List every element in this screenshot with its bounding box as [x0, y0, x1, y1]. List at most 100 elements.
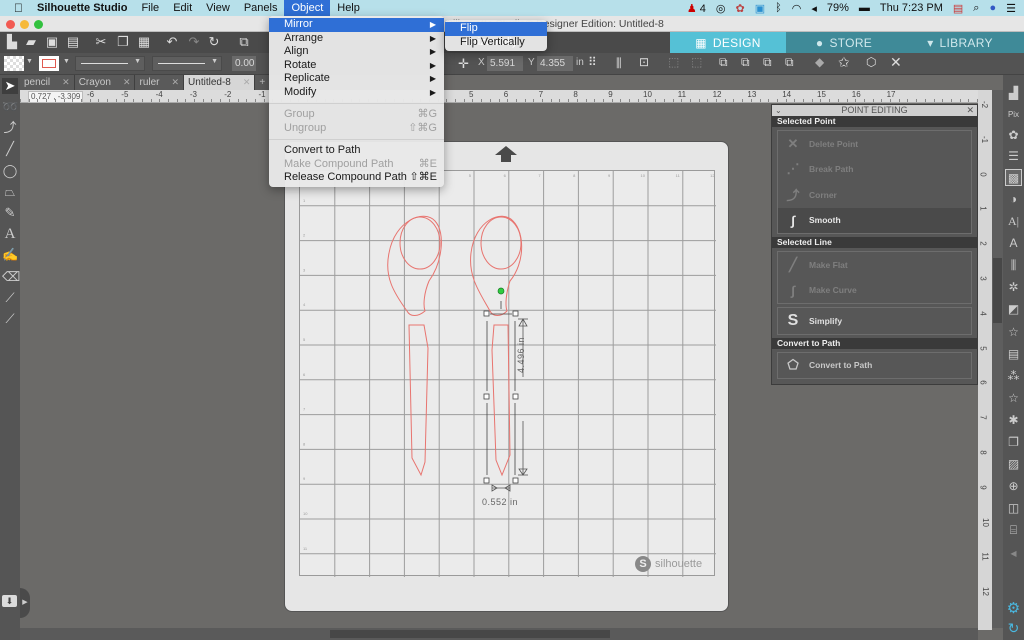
close-panel-icon[interactable]: ✕ [966, 105, 974, 116]
redo-icon[interactable]: ↷ [187, 35, 201, 49]
replicate-icon[interactable]: ⁂ [1005, 368, 1022, 385]
polygon-tool-icon[interactable]: ⏢ [2, 184, 18, 200]
fill-color-swatch[interactable] [4, 56, 24, 71]
line-color-dropdown-icon[interactable]: ▼ [63, 58, 70, 65]
close-window-button[interactable] [6, 20, 15, 29]
x-position-input[interactable]: 5.591 [487, 56, 523, 71]
menu-item-convert-to-path[interactable]: Convert to Path [269, 144, 444, 158]
corner-button[interactable]: ⤴ Corner [778, 182, 971, 208]
line-width-input[interactable]: 0.00 [232, 56, 256, 71]
trace-icon[interactable]: ▤ [1005, 346, 1022, 363]
selection-handle[interactable] [512, 477, 519, 484]
delete-icon[interactable]: ✕ [890, 54, 902, 71]
align-icon[interactable]: ⫼ [616, 56, 622, 71]
shadow-icon[interactable]: ◑ [1005, 191, 1022, 208]
3d-box-icon[interactable]: ⬡ [866, 55, 876, 69]
tab-store[interactable]: ● STORE [786, 32, 902, 53]
menu-item-flip-horizontally[interactable]: Flip Horizontally [445, 22, 547, 48]
move-icon[interactable]: ✛ [458, 56, 469, 72]
line-join-select[interactable]: ▼ [152, 56, 222, 71]
wifi-icon[interactable]: ◠ [792, 2, 802, 15]
close-tab-icon[interactable]: ✕ [172, 77, 180, 88]
point-edit-tool-icon[interactable]: ⤴ [2, 120, 18, 136]
center-to-page-icon[interactable]: ⊡ [639, 55, 649, 69]
selection-box[interactable] [483, 301, 519, 484]
send-backward-icon[interactable]: ⧉ [785, 55, 794, 70]
send-to-back-icon[interactable]: ⧉ [741, 55, 750, 70]
pencil-tool-icon[interactable]: ✎ [2, 205, 18, 221]
group-icon[interactable]: ⬚ [668, 55, 679, 69]
modify-icon[interactable]: ◩ [1005, 301, 1022, 318]
undo-icon[interactable]: ↶ [165, 35, 179, 49]
layers-icon[interactable]: ❐ [1005, 434, 1022, 451]
select-tool-icon[interactable]: ➤ [2, 78, 18, 94]
menu-app-name[interactable]: Silhouette Studio [30, 0, 134, 16]
text-style-icon[interactable]: A| [1005, 213, 1022, 230]
anchor-point[interactable] [497, 287, 505, 295]
menu-item-modify[interactable]: Modify ▶ [269, 86, 444, 100]
selection-handle[interactable] [483, 393, 490, 400]
save-icon[interactable]: ▣ [45, 35, 59, 49]
y-position-input[interactable]: 4.355 [537, 56, 573, 71]
eyedropper-tool-icon[interactable]: ⟋ [2, 311, 18, 327]
horizontal-scroll-thumb[interactable] [330, 630, 610, 638]
lasso-tool-icon[interactable]: ➿ [2, 99, 18, 115]
notification-icon[interactable]: ♟ 4 [687, 2, 706, 15]
doc-tab-pencil[interactable]: pencil ✕ [20, 75, 75, 90]
horizontal-ruler[interactable]: 0.727 , -3.309 -6 -5 -4 -3 -2 -1 5 6 7 8 9 10 11 12 13… [20, 90, 978, 103]
nesting-icon[interactable]: ⊕ [1005, 478, 1022, 495]
hatch-fill-icon[interactable]: ▨ [1005, 456, 1022, 473]
redraw-icon[interactable]: ↻ [207, 35, 221, 49]
fill-pattern-icon[interactable]: ▩ [1005, 169, 1022, 186]
align-panel-icon[interactable]: ⫼ [1005, 257, 1022, 274]
left-scissor-half[interactable] [387, 215, 442, 477]
paste-icon[interactable]: ▦ [137, 35, 151, 49]
selection-handle[interactable] [483, 310, 490, 317]
menu-item-flip-vertically[interactable]: Flip Vertically [445, 36, 547, 50]
text-tool-icon[interactable]: A [2, 226, 18, 242]
expand-panel-toggle[interactable]: ▶ [20, 588, 30, 618]
ungroup-icon[interactable]: ⬚ [691, 55, 702, 69]
menu-item-mirror[interactable]: Mirror ▶ [269, 18, 444, 32]
cut-icon[interactable]: ✂ [94, 35, 108, 49]
settings-gear-icon[interactable]: ⚙ [1005, 600, 1022, 617]
volume-icon[interactable]: ◂ [811, 2, 817, 15]
app-badge-icon[interactable]: ✿ [736, 2, 745, 15]
notification-center-icon[interactable]: ☰ [1006, 2, 1016, 15]
make-flat-button[interactable]: ╱ Make Flat [778, 252, 971, 278]
menu-file[interactable]: File [134, 0, 166, 16]
selection-handle[interactable] [483, 477, 490, 484]
screen-icon[interactable]: ▣ [755, 2, 765, 15]
collapse-arrow-icon[interactable]: ◀ [1005, 545, 1022, 562]
fill-dropdown-icon[interactable]: ▼ [26, 58, 33, 65]
battery-percent[interactable]: 79% [827, 2, 849, 14]
offset-icon[interactable]: ☆ [1005, 324, 1022, 341]
simplify-button[interactable]: S Simplify [778, 308, 971, 334]
vertical-scroll-thumb[interactable] [993, 258, 1002, 323]
spotlight-icon[interactable]: ⌕ [973, 2, 979, 15]
sketch-icon[interactable]: A [1005, 235, 1022, 252]
horizontal-scrollbar[interactable] [20, 628, 978, 640]
line-color-swatch[interactable] [39, 56, 59, 71]
warp-icon[interactable]: ◫ [1005, 500, 1022, 517]
offset-star-icon[interactable]: ✩ [838, 54, 850, 71]
menu-help[interactable]: Help [330, 0, 367, 16]
collapse-chevron-icon[interactable]: ⌄ [775, 105, 782, 116]
select-all-icon[interactable]: ⧉ [237, 35, 251, 49]
tab-design[interactable]: ▦ DESIGN [670, 32, 786, 53]
drawing-pad-icon[interactable]: ✍ [2, 247, 18, 263]
menu-item-ungroup[interactable]: Ungroup ⇧⌘G [269, 122, 444, 136]
delete-point-button[interactable]: ✕ Delete Point [778, 131, 971, 157]
tab-library[interactable]: ▾ LIBRARY [902, 32, 1018, 53]
doc-tab-untitled-8[interactable]: Untitled-8 ✕ [184, 75, 256, 90]
menu-item-replicate[interactable]: Replicate ▶ [269, 72, 444, 86]
doc-tab-ruler[interactable]: ruler ✕ [135, 75, 185, 90]
menu-item-align[interactable]: Align ▶ [269, 45, 444, 59]
line-tool-icon[interactable]: ╱ [2, 141, 18, 157]
menu-item-release-compound-path[interactable]: Release Compound Path ⇧⌘E [269, 171, 444, 185]
menu-view[interactable]: View [199, 0, 237, 16]
menu-item-rotate[interactable]: Rotate ▶ [269, 59, 444, 73]
bring-to-front-icon[interactable]: ⧉ [719, 55, 728, 70]
menu-object[interactable]: Object [284, 0, 331, 16]
break-path-button[interactable]: ⋰ Break Path [778, 157, 971, 183]
